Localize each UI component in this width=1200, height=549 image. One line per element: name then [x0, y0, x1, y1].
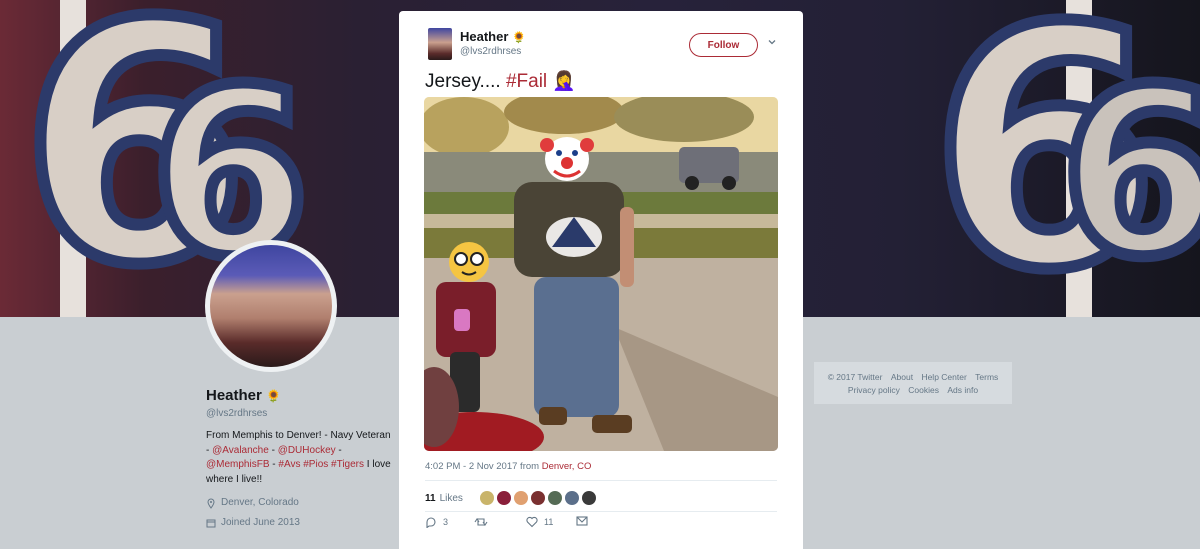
photo-content [424, 97, 778, 451]
retweet-action[interactable] [474, 516, 488, 528]
tweet-header: Heather 🌻 @lvs2rdhrses Follow [425, 27, 785, 65]
tweet-modal: Heather 🌻 @lvs2rdhrses Follow Jersey....… [399, 11, 803, 549]
likes-count: 11 [425, 492, 436, 504]
tweet-text: Jersey.... #Fail 🤦‍♀️ [425, 69, 576, 93]
heart-icon [526, 516, 538, 528]
direct-message-action[interactable] [576, 516, 588, 526]
liker-avatar[interactable] [496, 491, 511, 505]
tweet-author-avatar[interactable] [428, 28, 452, 60]
liker-avatar[interactable] [564, 491, 579, 505]
divider [425, 480, 777, 481]
liker-avatar[interactable] [547, 491, 562, 505]
liker-avatar[interactable] [479, 491, 494, 505]
tweet-time[interactable]: 4:02 PM - 2 Nov 2017 [425, 461, 517, 472]
envelope-icon [576, 516, 588, 526]
follow-button[interactable]: Follow [689, 33, 758, 57]
tweet-author-name[interactable]: Heather 🌻 [460, 29, 526, 44]
tweet-location-link[interactable]: Denver, CO [542, 461, 592, 472]
tweet-hashtag-fail[interactable]: #Fail [506, 71, 547, 92]
chevron-down-icon[interactable] [765, 37, 779, 51]
divider [425, 511, 777, 512]
facepalm-emoji: 🤦‍♀️ [552, 71, 577, 92]
retweet-icon [474, 518, 488, 526]
tweet-actions: 3 11 [425, 516, 625, 534]
tweet-timestamp: 4:02 PM - 2 Nov 2017 from Denver, CO [425, 461, 591, 472]
liker-avatar[interactable] [513, 491, 528, 505]
like-count: 11 [544, 517, 554, 527]
tweet-time-from: from [517, 461, 542, 472]
likes-label: Likes [439, 492, 463, 504]
tweet-likes-row[interactable]: 11 Likes [425, 487, 596, 509]
liker-avatar[interactable] [581, 491, 596, 505]
liker-avatar[interactable] [530, 491, 545, 505]
reply-action[interactable]: 3 [425, 516, 448, 528]
like-action[interactable]: 11 [526, 516, 553, 528]
reply-count: 3 [443, 517, 449, 527]
reply-icon [426, 517, 436, 528]
tweet-author-handle[interactable]: @lvs2rdhrses [460, 46, 521, 57]
tweet-text-body: Jersey.... [425, 71, 506, 92]
tweet-photo[interactable] [424, 97, 778, 451]
